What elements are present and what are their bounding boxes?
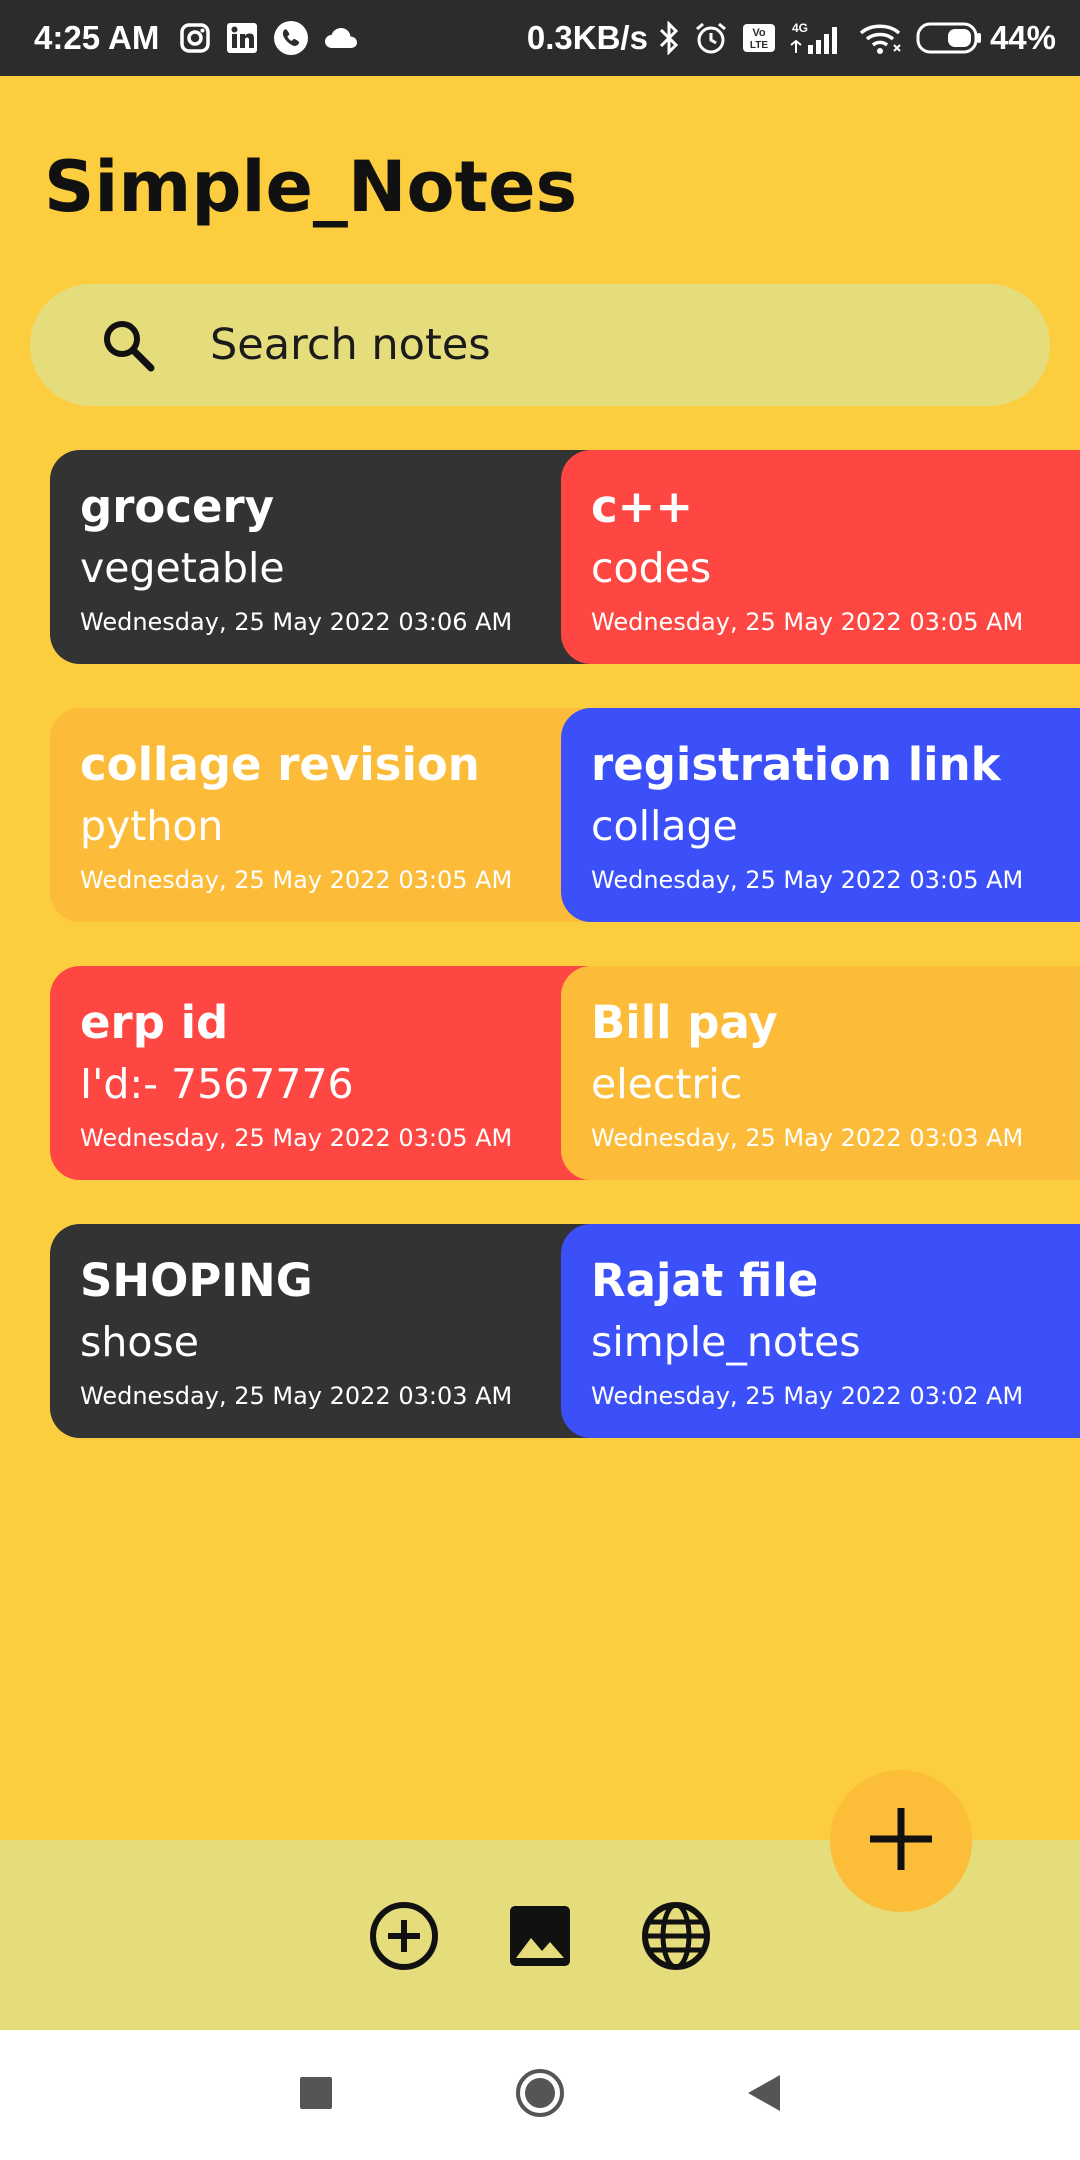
note-date: Wednesday, 25 May 2022 03:06 AM: [80, 608, 513, 636]
status-bar: 4:25 AM 0.3KB/s Vo LTE 4G 44%: [0, 0, 1080, 76]
note-title: erp id: [80, 996, 229, 1049]
alarm-icon: [694, 21, 728, 55]
plus-icon: [866, 1804, 936, 1878]
add-image-button[interactable]: [500, 1898, 580, 1978]
home-circle-icon: [514, 2067, 566, 2123]
net-speed: 0.3KB/s: [526, 19, 648, 56]
note-title: collage revision: [80, 738, 480, 791]
add-note-fab[interactable]: [830, 1770, 972, 1912]
search-bar[interactable]: [30, 284, 1050, 406]
note-subtitle: vegetable: [80, 544, 285, 592]
globe-icon: [640, 1900, 712, 1976]
note-card-rajat-file[interactable]: Rajat file simple_notes Wednesday, 25 Ma…: [561, 1224, 1080, 1438]
note-title: grocery: [80, 480, 275, 533]
cloud-icon: [323, 26, 359, 50]
note-subtitle: simple_notes: [591, 1318, 861, 1366]
note-date: Wednesday, 25 May 2022 03:05 AM: [591, 608, 1024, 636]
back-button[interactable]: [734, 2065, 794, 2125]
note-date: Wednesday, 25 May 2022 03:02 AM: [591, 1382, 1024, 1410]
phone-icon: [273, 20, 309, 56]
add-link-button[interactable]: [636, 1898, 716, 1978]
note-title: Rajat file: [591, 1254, 819, 1307]
instagram-icon: [179, 22, 211, 54]
note-date: Wednesday, 25 May 2022 03:03 AM: [80, 1382, 513, 1410]
wifi-icon: [858, 21, 902, 55]
svg-text:Vo: Vo: [752, 27, 766, 39]
note-card-grocery[interactable]: grocery vegetable Wednesday, 25 May 2022…: [50, 450, 610, 664]
note-subtitle: python: [80, 802, 224, 850]
back-triangle-icon: [746, 2073, 782, 2117]
bluetooth-icon: [658, 21, 680, 55]
note-date: Wednesday, 25 May 2022 03:03 AM: [591, 1124, 1024, 1152]
system-nav-bar: [0, 2030, 1080, 2160]
note-date: Wednesday, 25 May 2022 03:05 AM: [591, 866, 1024, 894]
note-card-cpp[interactable]: c++ codes Wednesday, 25 May 2022 03:05 A…: [561, 450, 1080, 664]
search-icon: [100, 317, 158, 379]
note-subtitle: codes: [591, 544, 712, 592]
battery-icon: [916, 22, 982, 54]
add-note-button[interactable]: [364, 1898, 444, 1978]
note-title: SHOPING: [80, 1254, 313, 1307]
status-time: 4:25 AM: [34, 19, 160, 56]
battery-percent: 44%: [989, 19, 1056, 56]
note-card-bill-pay[interactable]: Bill pay electric Wednesday, 25 May 2022…: [561, 966, 1080, 1180]
volte-icon: Vo LTE: [742, 23, 776, 53]
note-card-shoping[interactable]: SHOPING shose Wednesday, 25 May 2022 03:…: [50, 1224, 610, 1438]
signal-icon: 4G: [790, 21, 844, 55]
network-type: 4G: [792, 21, 808, 35]
note-card-erp-id[interactable]: erp id I'd:- 7567776 Wednesday, 25 May 2…: [50, 966, 610, 1180]
page-title: Simple_Notes: [44, 146, 578, 228]
recents-button[interactable]: [286, 2065, 346, 2125]
status-bar-right: 0.3KB/s Vo LTE 4G 44%: [527, 0, 1056, 76]
image-icon: [508, 1904, 572, 1972]
note-title: c++: [591, 480, 694, 533]
svg-text:LTE: LTE: [750, 40, 768, 51]
note-date: Wednesday, 25 May 2022 03:05 AM: [80, 1124, 513, 1152]
note-card-collage-revision[interactable]: collage revision python Wednesday, 25 Ma…: [50, 708, 610, 922]
note-card-registration-link[interactable]: registration link collage Wednesday, 25 …: [561, 708, 1080, 922]
note-subtitle: electric: [591, 1060, 743, 1108]
note-title: registration link: [591, 738, 1001, 791]
note-date: Wednesday, 25 May 2022 03:05 AM: [80, 866, 513, 894]
note-subtitle: collage: [591, 802, 738, 850]
note-subtitle: I'd:- 7567776: [80, 1060, 354, 1108]
add-circle-icon: [368, 1900, 440, 1976]
recents-square-icon: [299, 2076, 333, 2114]
note-subtitle: shose: [80, 1318, 200, 1366]
note-title: Bill pay: [591, 996, 778, 1049]
search-input[interactable]: [210, 284, 990, 406]
home-button[interactable]: [510, 2065, 570, 2125]
linkedin-icon: [225, 21, 259, 55]
status-bar-left: 4:25 AM: [34, 0, 359, 76]
